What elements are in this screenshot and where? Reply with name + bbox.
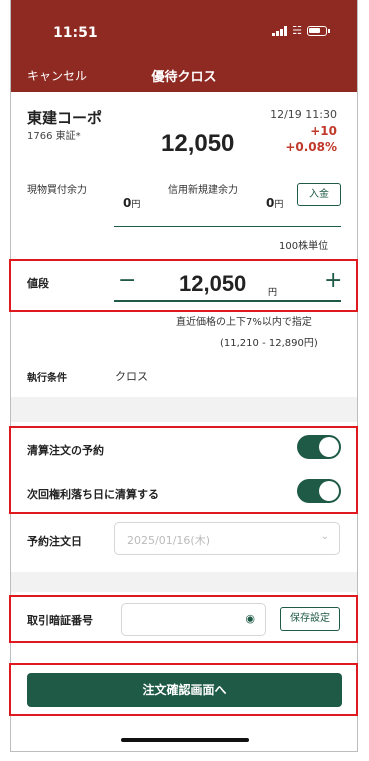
password-input[interactable]: ◉ xyxy=(121,603,266,636)
settlement-reserve-label: 清算注文の予約 xyxy=(27,444,104,457)
password-label: 取引暗証番号 xyxy=(27,614,93,627)
execution-label: 執行条件 xyxy=(27,373,67,384)
save-settings-button[interactable]: 保存設定 xyxy=(280,607,340,631)
battery-icon xyxy=(307,26,330,36)
app-header: 11:51 ☵ キャンセル 優待クロス xyxy=(11,0,357,92)
next-exdate-toggle[interactable] xyxy=(297,479,341,503)
phone-screen: 11:51 ☵ キャンセル 優待クロス 東建コーポ 1766 東証* 12/19… xyxy=(10,0,358,752)
price-increment-button[interactable]: + xyxy=(324,268,342,293)
settlement-reserve-toggle[interactable] xyxy=(297,435,341,459)
deposit-button[interactable]: 入金 xyxy=(297,183,341,206)
wifi-icon: ☵ xyxy=(292,24,302,37)
stock-code: 1766 東証* xyxy=(27,131,81,142)
stock-price: 12,050 xyxy=(161,130,235,157)
signal-icon xyxy=(272,26,288,36)
reserve-date-select[interactable]: 2025/01/16(木) ⌄ xyxy=(114,522,340,555)
home-indicator xyxy=(121,738,249,742)
page-title: 優待クロス xyxy=(151,70,217,85)
price-input[interactable]: 12,050 xyxy=(179,271,246,297)
price-range-values: (11,210 - 12,890円) xyxy=(220,338,318,349)
margin-power-value: 0円 xyxy=(266,196,284,210)
price-label: 値段 xyxy=(27,277,49,290)
price-decrement-button[interactable]: − xyxy=(118,268,136,293)
stock-change-pct: +0.08% xyxy=(285,140,337,154)
stock-change: +10 xyxy=(310,124,337,138)
section-divider xyxy=(11,397,357,422)
stock-name: 東建コーポ xyxy=(27,109,103,127)
cash-power-value: 0円 xyxy=(123,196,141,210)
unit-note: 100株単位 xyxy=(279,241,329,252)
chevron-down-icon: ⌄ xyxy=(320,531,329,542)
reserve-date-value: 2025/01/16(木) xyxy=(127,534,210,547)
price-unit: 円 xyxy=(268,288,278,298)
price-range-note: 直近価格の上下7%以内で指定 xyxy=(176,317,312,328)
margin-power-label: 信用新規建余力 xyxy=(168,185,238,196)
status-time: 11:51 xyxy=(53,25,98,41)
execution-value: クロス xyxy=(115,370,148,383)
reserve-date-label: 予約注文日 xyxy=(27,535,82,548)
section-divider xyxy=(11,572,357,592)
next-exdate-label: 次回権利落ち日に清算する xyxy=(27,488,159,501)
divider xyxy=(114,226,341,227)
eye-icon[interactable]: ◉ xyxy=(245,612,255,625)
price-underline xyxy=(114,300,341,302)
stock-datetime: 12/19 11:30 xyxy=(270,108,337,121)
cash-power-label: 現物買付余力 xyxy=(27,185,87,196)
order-confirm-button[interactable]: 注文確認画面へ xyxy=(27,673,342,707)
status-icons: ☵ xyxy=(272,24,330,37)
